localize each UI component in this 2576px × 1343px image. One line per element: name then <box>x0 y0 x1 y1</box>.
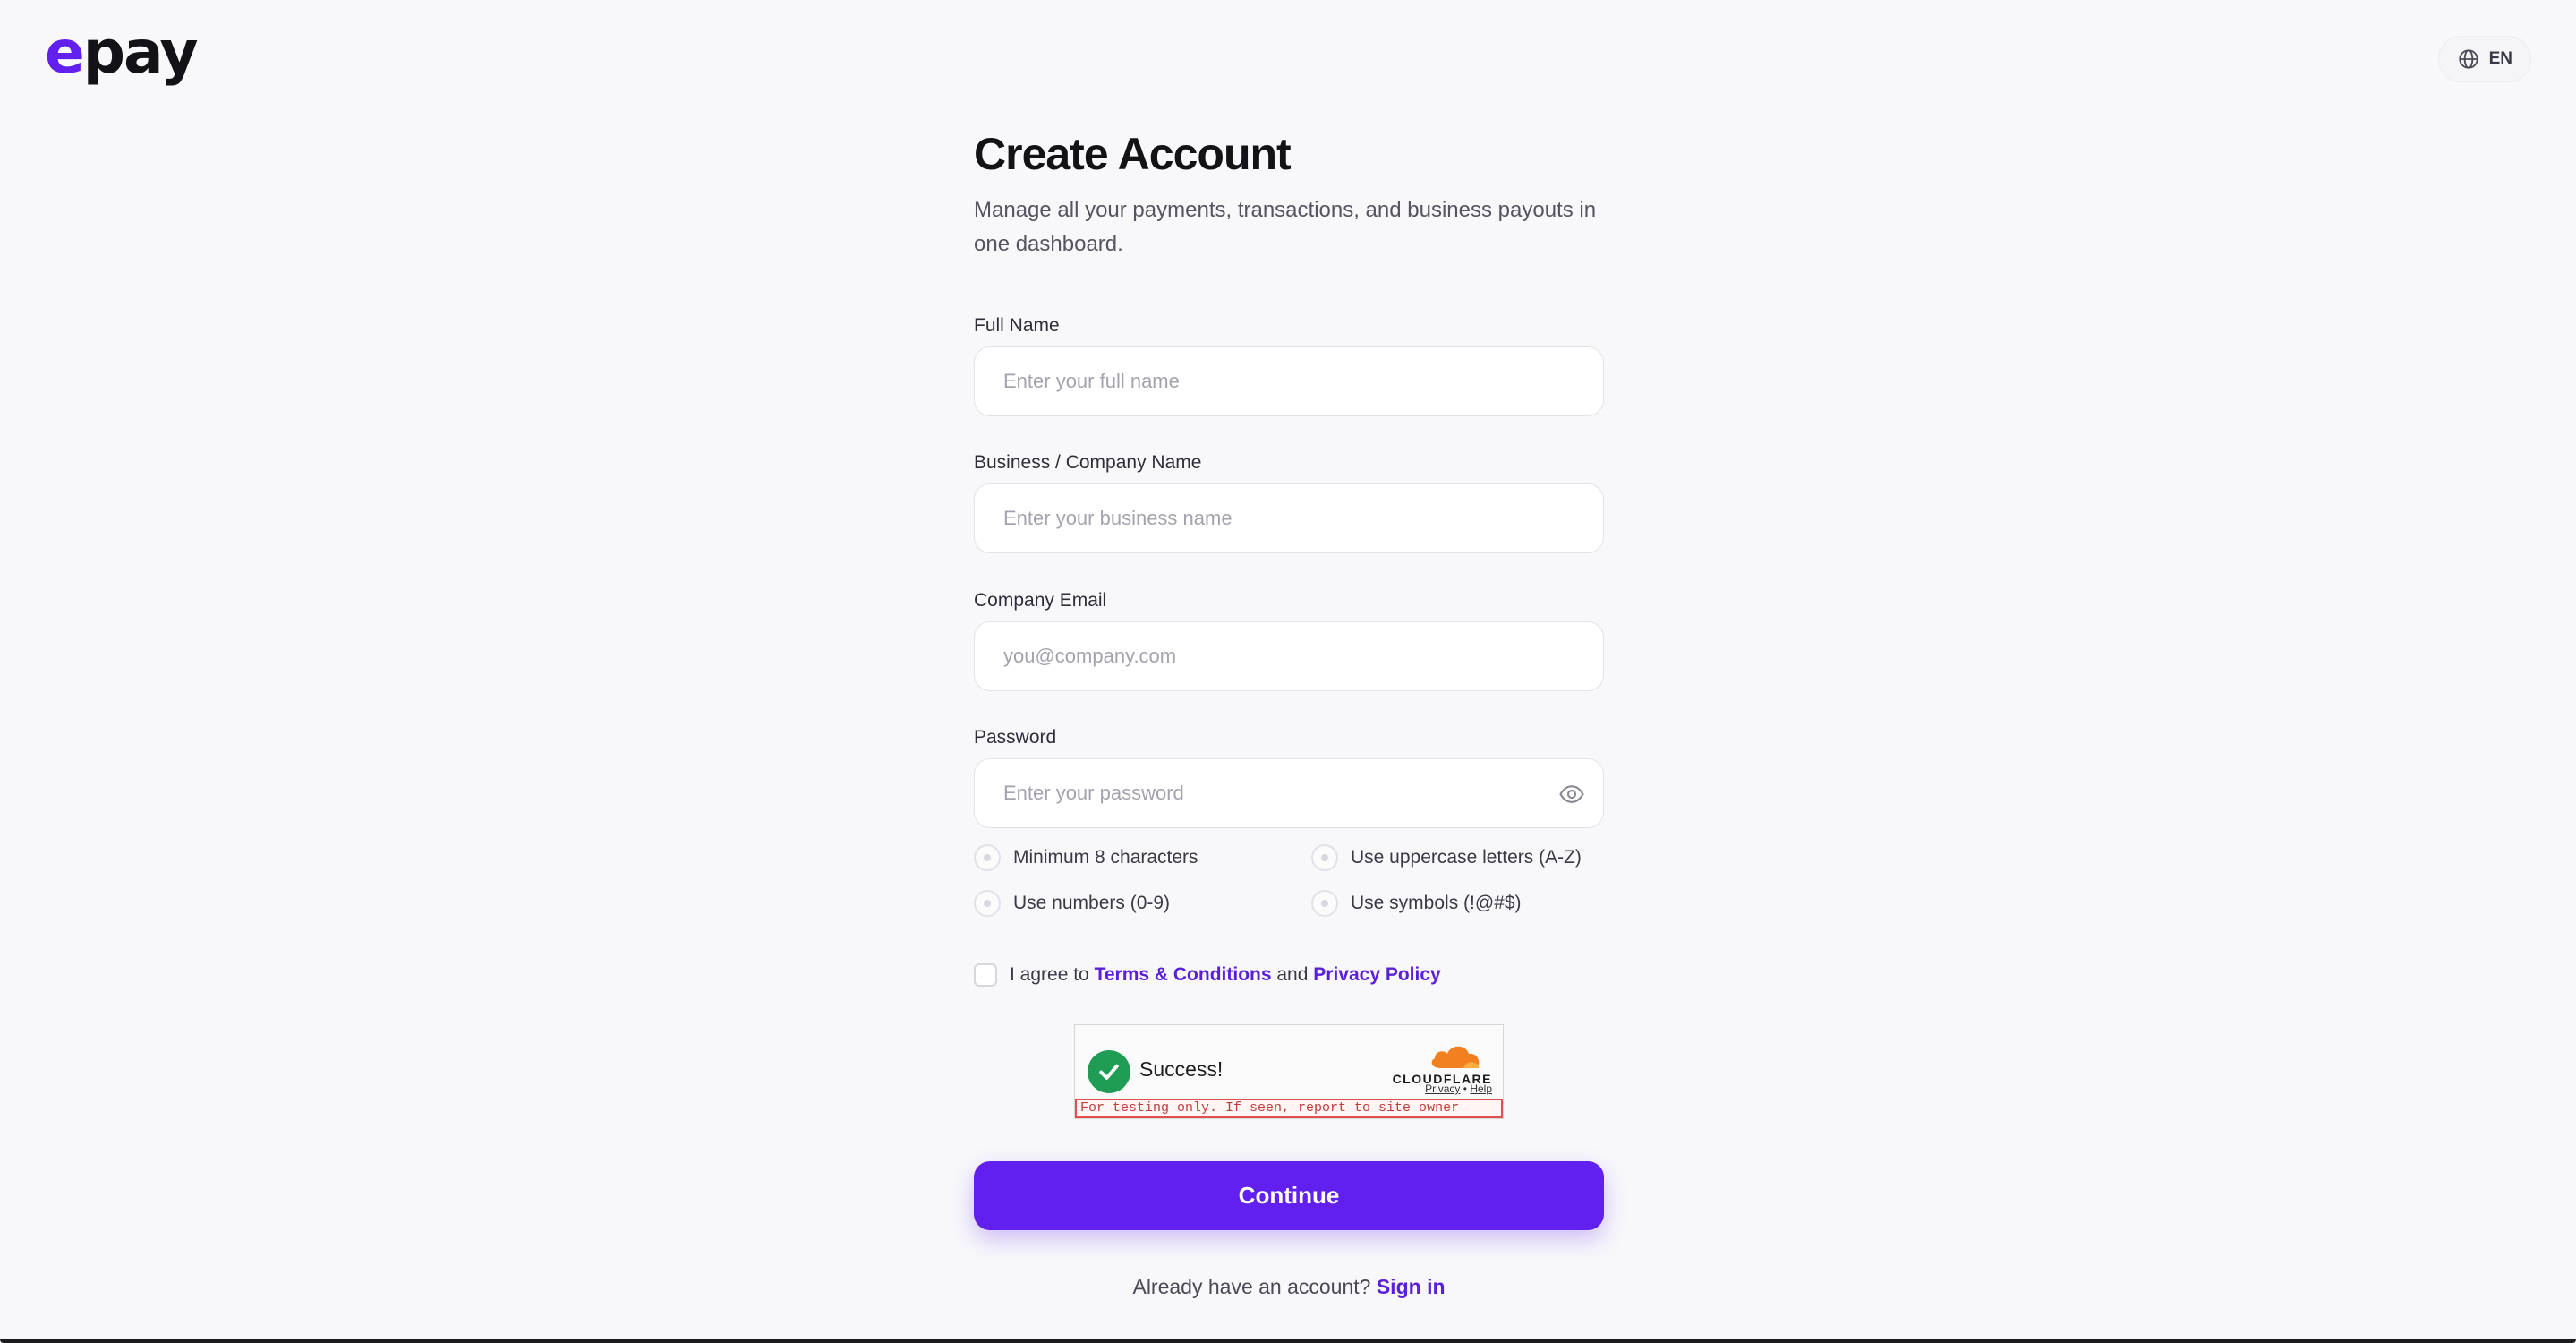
business-name-field: Business / Company Name <box>974 449 1604 553</box>
business-name-label: Business / Company Name <box>974 452 1202 473</box>
cloudflare-cloud-icon <box>1431 1046 1480 1068</box>
captcha-link-separator: • <box>1463 1082 1467 1095</box>
password-input[interactable] <box>975 759 1603 827</box>
language-label: EN <box>2488 49 2512 68</box>
window-bottom-edge <box>0 1339 2576 1343</box>
agree-checkbox[interactable] <box>974 963 997 987</box>
full-name-input-wrap <box>974 346 1604 416</box>
password-input-wrap <box>974 758 1604 828</box>
rule-label: Use symbols (!@#$) <box>1351 893 1522 913</box>
logo-mark: e <box>45 18 85 87</box>
cloudflare-turnstile-widget[interactable]: Success! CLOUDFLARE Privacy • Help For t… <box>1074 1024 1504 1119</box>
signup-page: e pay EN Create Account Manage all your p… <box>0 0 2576 1343</box>
rule-label: Use numbers (0-9) <box>1013 893 1171 913</box>
password-field: Password <box>974 724 1604 828</box>
business-name-input-wrap <box>974 483 1604 553</box>
company-email-label: Company Email <box>974 590 1107 611</box>
password-rule-item: Use uppercase letters (A-Z) <box>1311 843 1582 872</box>
full-name-field: Full Name <box>974 312 1604 416</box>
epay-logo[interactable]: e pay <box>45 18 199 87</box>
captcha-status: Success! <box>1139 1057 1224 1081</box>
company-email-input[interactable] <box>975 622 1603 690</box>
password-label: Password <box>974 727 1057 748</box>
success-check-icon <box>1088 1050 1130 1093</box>
globe-icon <box>2458 49 2478 69</box>
rule-label: Use uppercase letters (A-Z) <box>1351 847 1582 868</box>
sign-in-link[interactable]: Sign in <box>1377 1275 1446 1298</box>
rule-label: Minimum 8 characters <box>1013 847 1198 868</box>
agreement-prefix: I agree to <box>1010 964 1089 985</box>
rule-status-icon <box>1311 844 1338 871</box>
eye-icon <box>1559 785 1584 803</box>
password-rule-item: Use numbers (0-9) <box>974 889 1170 918</box>
captcha-help-link[interactable]: Help <box>1470 1082 1492 1095</box>
privacy-policy-link[interactable]: Privacy Policy <box>1313 964 1440 985</box>
logo-wordmark: pay <box>82 18 199 87</box>
terms-agreement: I agree to Terms & Conditions and Privac… <box>974 959 1604 991</box>
captcha-links: Privacy • Help <box>1425 1082 1492 1095</box>
business-name-input[interactable] <box>975 484 1603 552</box>
signup-form: Create Account Manage all your payments,… <box>974 125 1604 261</box>
continue-button[interactable]: Continue <box>974 1161 1604 1230</box>
rule-status-icon <box>974 890 1001 917</box>
password-rule-item: Minimum 8 characters <box>974 843 1198 872</box>
language-selector-button[interactable]: EN <box>2437 36 2531 82</box>
rule-status-icon <box>1311 890 1338 917</box>
signin-prompt: Already have an account? Sign in <box>974 1275 1604 1299</box>
captcha-privacy-link[interactable]: Privacy <box>1425 1082 1460 1095</box>
password-requirements: Minimum 8 characters Use uppercase lette… <box>974 843 1604 935</box>
company-email-field: Company Email <box>974 587 1604 691</box>
full-name-label: Full Name <box>974 315 1060 336</box>
captcha-test-notice: For testing only. If seen, report to sit… <box>1075 1099 1503 1118</box>
page-subtitle: Manage all your payments, transactions, … <box>974 198 1597 256</box>
rule-status-icon <box>974 844 1001 871</box>
password-rule-item: Use symbols (!@#$) <box>1311 889 1522 918</box>
full-name-input[interactable] <box>975 347 1603 415</box>
agreement-conjunction: and <box>1276 964 1309 985</box>
agreement-text: I agree to Terms & Conditions and Privac… <box>1010 964 1441 986</box>
company-email-input-wrap <box>974 621 1604 691</box>
page-title: Create Account <box>974 129 1292 179</box>
signin-prompt-text: Already have an account? <box>1132 1275 1371 1298</box>
terms-link[interactable]: Terms & Conditions <box>1095 964 1272 985</box>
toggle-password-visibility[interactable] <box>1557 779 1587 809</box>
